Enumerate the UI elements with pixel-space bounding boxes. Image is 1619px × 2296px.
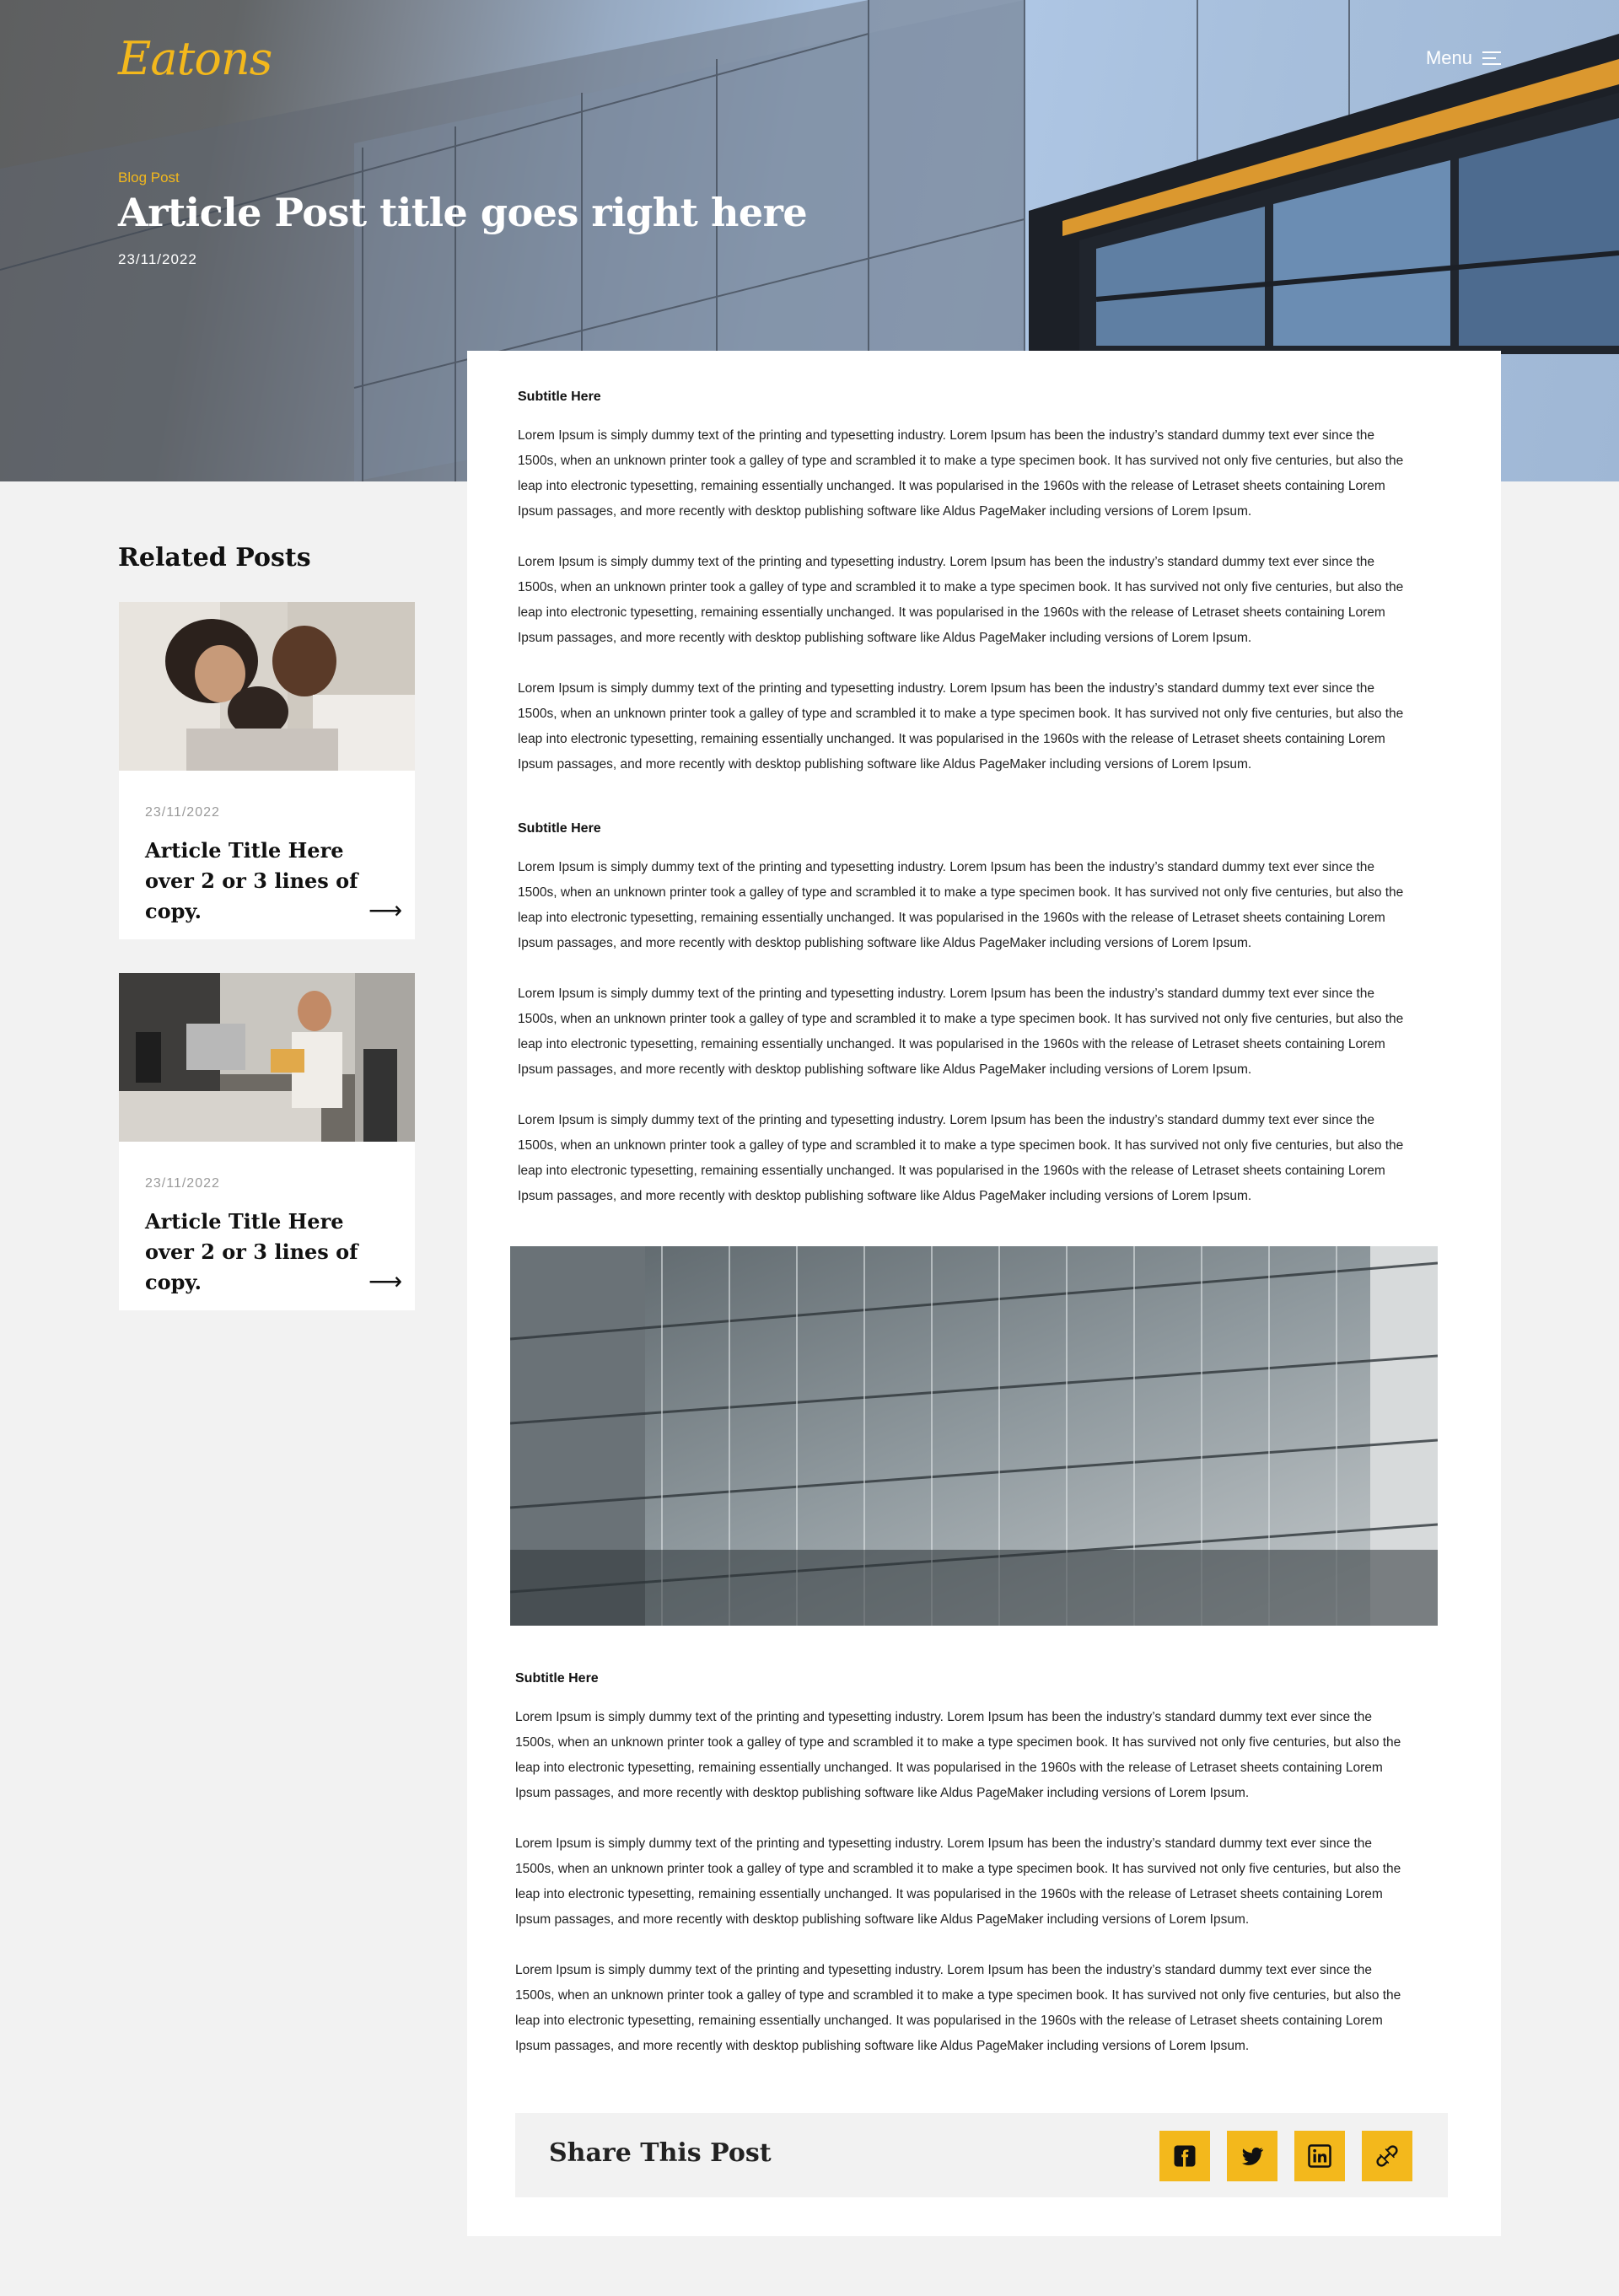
facebook-share-button[interactable] bbox=[1159, 2131, 1210, 2181]
article-body: Subtitle Here Lorem Ipsum is simply dumm… bbox=[467, 351, 1501, 2236]
share-label: Share This Post bbox=[549, 2138, 772, 2168]
paragraph: Lorem Ipsum is simply dummy text of the … bbox=[515, 1963, 1401, 2053]
link-icon bbox=[1376, 2145, 1398, 2167]
paragraph: Lorem Ipsum is simply dummy text of the … bbox=[515, 1836, 1401, 1927]
share-bar: Share This Post bbox=[515, 2113, 1448, 2197]
section-subtitle: Subtitle Here bbox=[515, 1671, 599, 1686]
card-date: 23/11/2022 bbox=[145, 805, 220, 820]
paragraph: Lorem Ipsum is simply dummy text of the … bbox=[518, 987, 1404, 1077]
related-post-card[interactable]: 23/11/2022 Article Title Here over 2 or … bbox=[119, 602, 415, 939]
menu-button[interactable]: Menu bbox=[1426, 47, 1501, 69]
family-photo bbox=[119, 602, 415, 771]
post-kicker: Blog Post bbox=[118, 169, 180, 186]
arrow-right-icon[interactable]: ⟶ bbox=[368, 899, 402, 922]
brand-logo[interactable]: Eatons bbox=[118, 32, 272, 85]
paragraph: Lorem Ipsum is simply dummy text of the … bbox=[515, 1710, 1401, 1800]
paragraph: Lorem Ipsum is simply dummy text of the … bbox=[518, 428, 1404, 519]
paragraph: Lorem Ipsum is simply dummy text of the … bbox=[518, 860, 1404, 950]
related-posts-heading: Related Posts bbox=[118, 543, 311, 573]
paragraph: Lorem Ipsum is simply dummy text of the … bbox=[518, 555, 1404, 645]
page-title: Article Post title goes right here bbox=[118, 190, 808, 235]
office-photo bbox=[119, 973, 415, 1142]
section-subtitle: Subtitle Here bbox=[518, 821, 601, 836]
copy-link-button[interactable] bbox=[1362, 2131, 1412, 2181]
article-section: Subtitle Here Lorem Ipsum is simply dumm… bbox=[518, 821, 1412, 1209]
twitter-icon bbox=[1241, 2147, 1264, 2165]
article-section: Subtitle Here Lorem Ipsum is simply dumm… bbox=[515, 1671, 1409, 2059]
card-title[interactable]: Article Title Here over 2 or 3 lines of … bbox=[145, 1207, 398, 1298]
linkedin-share-button[interactable] bbox=[1294, 2131, 1345, 2181]
article-section: Subtitle Here Lorem Ipsum is simply dumm… bbox=[518, 390, 1412, 777]
hamburger-icon bbox=[1482, 51, 1501, 65]
section-subtitle: Subtitle Here bbox=[518, 390, 601, 404]
paragraph: Lorem Ipsum is simply dummy text of the … bbox=[518, 681, 1404, 772]
glass-building-image bbox=[510, 1246, 1438, 1626]
menu-label: Menu bbox=[1425, 47, 1472, 68]
twitter-share-button[interactable] bbox=[1227, 2131, 1277, 2181]
arrow-right-icon[interactable]: ⟶ bbox=[368, 1270, 402, 1293]
card-title[interactable]: Article Title Here over 2 or 3 lines of … bbox=[145, 836, 398, 927]
post-date: 23/11/2022 bbox=[118, 251, 197, 267]
facebook-icon bbox=[1174, 2145, 1196, 2167]
linkedin-icon bbox=[1308, 2144, 1331, 2168]
related-post-card[interactable]: 23/11/2022 Article Title Here over 2 or … bbox=[119, 973, 415, 1310]
card-date: 23/11/2022 bbox=[145, 1176, 220, 1191]
paragraph: Lorem Ipsum is simply dummy text of the … bbox=[518, 1113, 1404, 1203]
